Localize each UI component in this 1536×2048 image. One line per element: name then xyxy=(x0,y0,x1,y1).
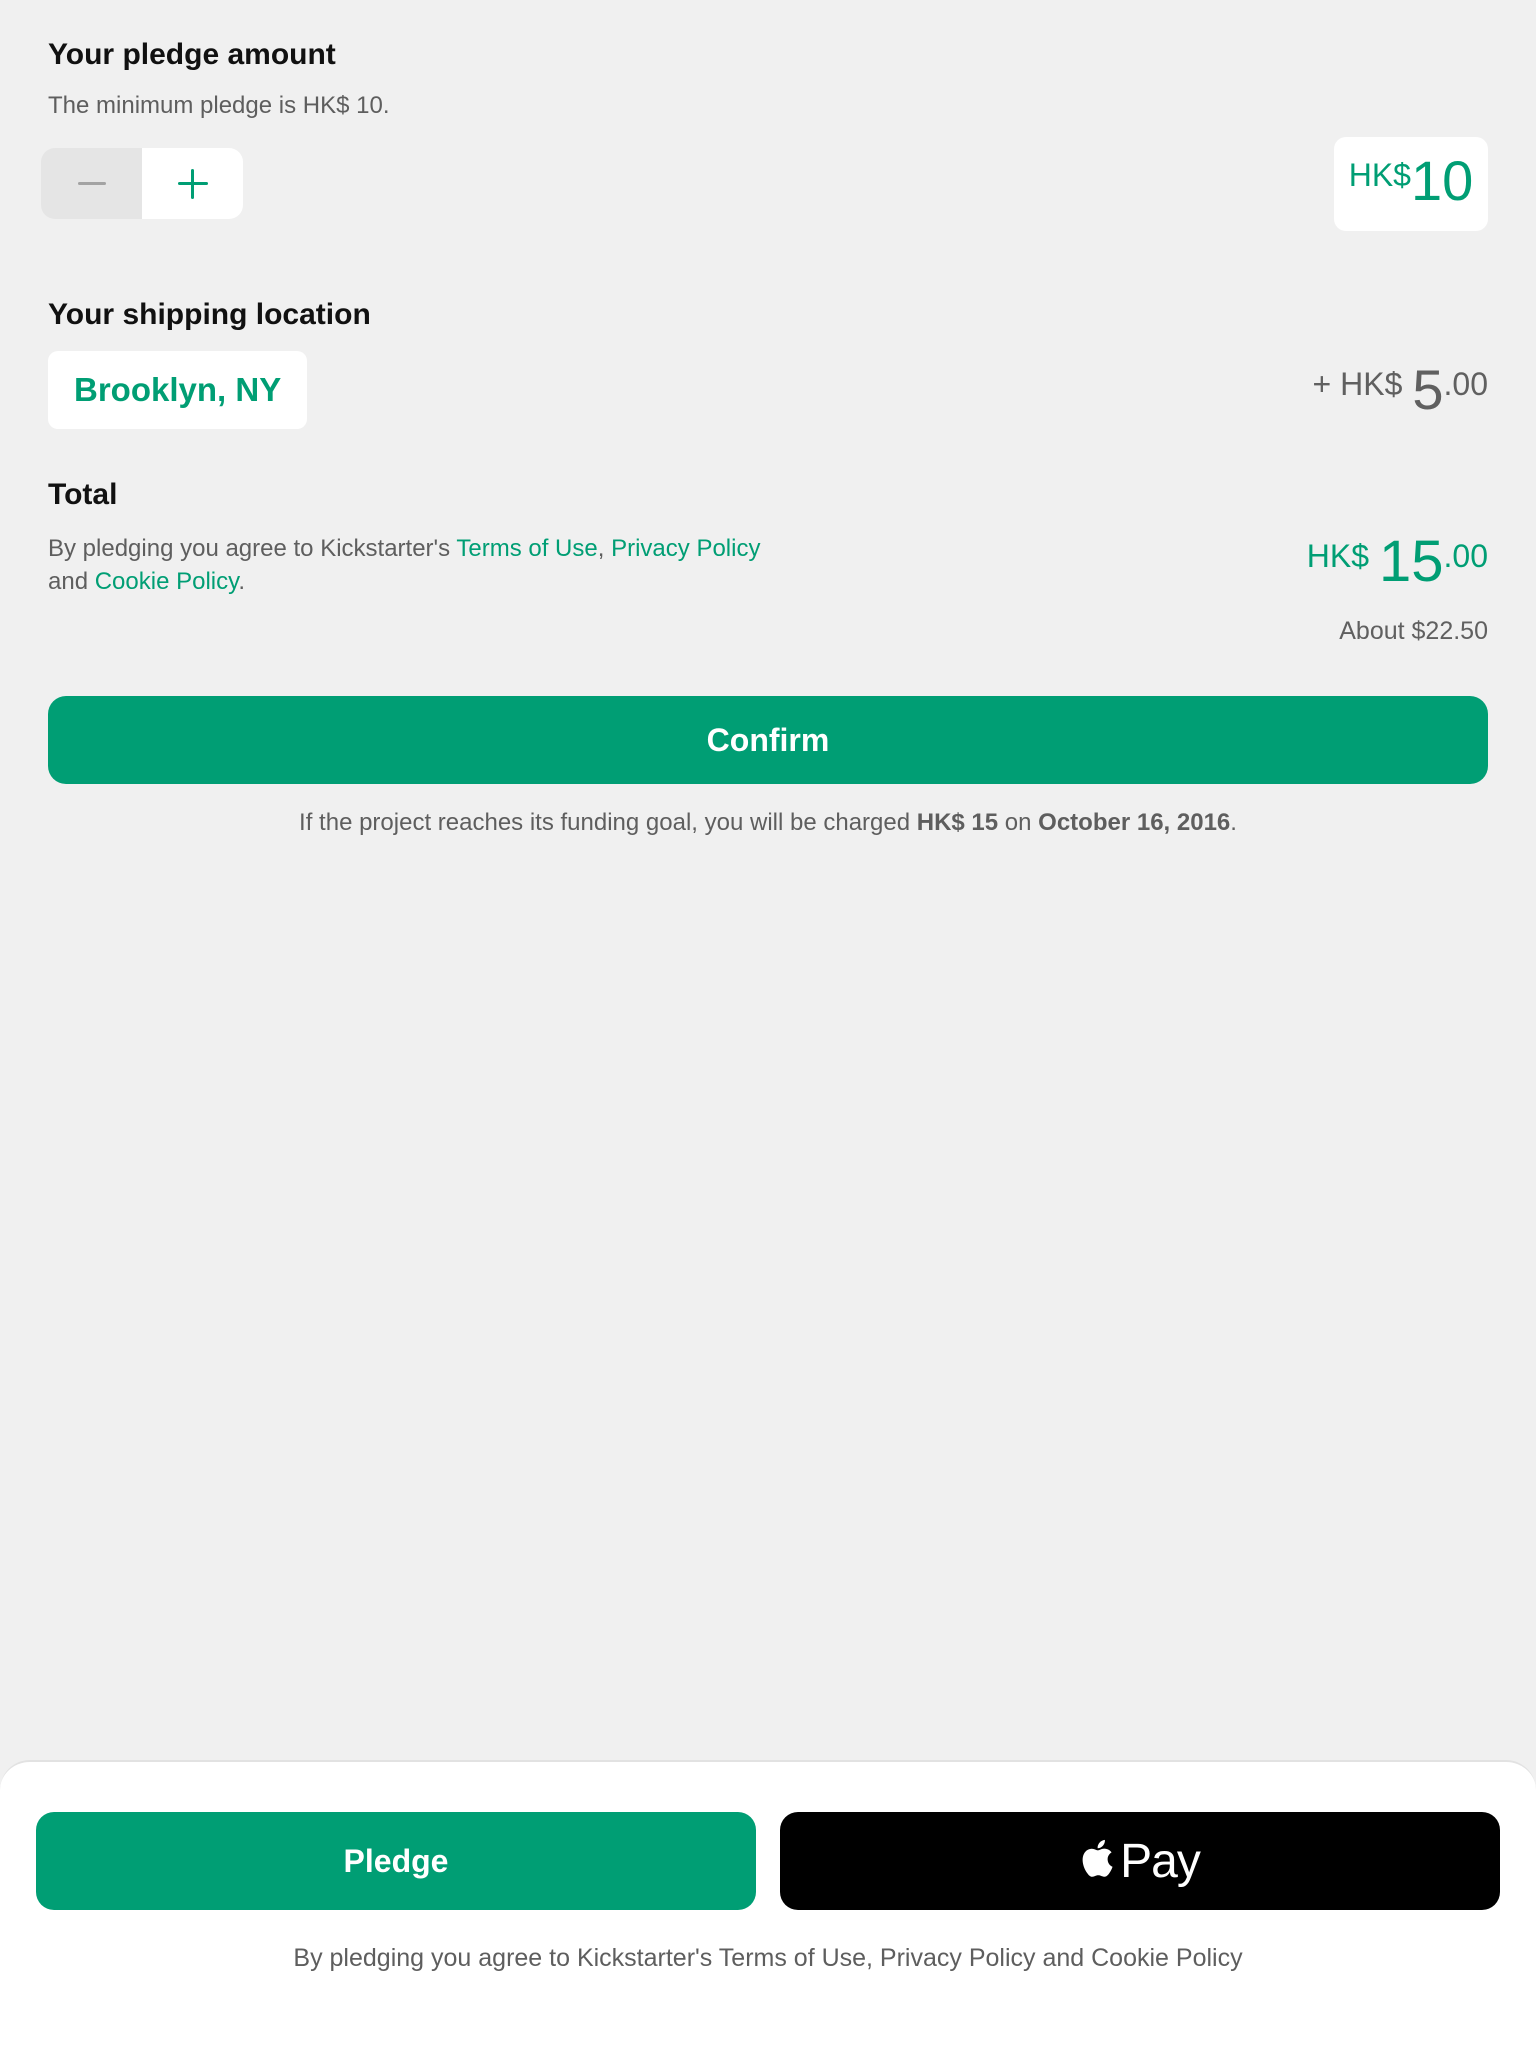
terms-of-use-link[interactable]: Terms of Use xyxy=(456,535,597,562)
shipping-location-button[interactable]: Brooklyn, NY xyxy=(48,351,308,429)
amount-value: 10 xyxy=(1410,149,1474,212)
decrease-button[interactable] xyxy=(41,148,142,219)
terms-text: By pledging you agree to Kickstarter's T… xyxy=(48,532,768,598)
terms-sep1: , xyxy=(597,535,612,562)
shipping-price: + HK$ 5 .00 xyxy=(1313,362,1488,418)
converted-total: About $22.50 xyxy=(1339,617,1488,645)
minimum-pledge-note: The minimum pledge is HK$ 10. xyxy=(48,92,390,119)
total-heading: Total xyxy=(48,478,118,511)
terms-end: . xyxy=(238,568,246,595)
amount-currency: HK$ xyxy=(1348,157,1411,193)
total-price: HK$ 15 .00 xyxy=(1307,530,1488,594)
apple-icon xyxy=(1082,1839,1113,1877)
terms-sep2: and xyxy=(48,568,95,595)
footer-terms: By pledging you agree to Kickstarter's T… xyxy=(293,1944,1243,1972)
cookie-policy-link[interactable]: Cookie Policy xyxy=(95,568,239,595)
total-price-prefix: HK$ xyxy=(1306,538,1369,574)
charge-date: October 16, 2016 xyxy=(1038,809,1231,836)
charge-amount: HK$ 15 xyxy=(916,809,999,836)
confirm-button[interactable]: Confirm xyxy=(48,696,1488,784)
pledge-stepper xyxy=(41,148,243,219)
pledge-amount-field[interactable]: HK$ 10 xyxy=(1334,137,1488,231)
shipping-price-integer: 5 xyxy=(1412,358,1444,421)
apple-pay-button[interactable]: Pay xyxy=(780,1812,1500,1910)
total-price-decimal: .00 xyxy=(1443,538,1488,574)
plus-icon xyxy=(177,168,208,199)
shipping-location-heading: Your shipping location xyxy=(48,298,371,331)
terms-prefix: By pledging you agree to Kickstarter's xyxy=(48,535,457,562)
pledge-amount-heading: Your pledge amount xyxy=(48,38,336,71)
charge-note-prefix: If the project reaches its funding goal,… xyxy=(299,809,917,836)
privacy-policy-link[interactable]: Privacy Policy xyxy=(611,535,760,562)
footer-panel: Pledge Pay By pledging you agree to Kick… xyxy=(0,1760,1536,2048)
minus-icon xyxy=(77,182,106,185)
charge-note: If the project reaches its funding goal,… xyxy=(0,809,1536,837)
pledge-button[interactable]: Pledge xyxy=(36,1812,756,1910)
charge-note-end: . xyxy=(1230,809,1237,836)
shipping-price-prefix: + HK$ xyxy=(1312,366,1403,402)
increase-button[interactable] xyxy=(142,148,243,219)
charge-note-middle: on xyxy=(998,809,1039,836)
total-price-integer: 15 xyxy=(1379,529,1444,594)
apple-pay-label: Pay xyxy=(1120,1834,1201,1888)
shipping-price-decimal: .00 xyxy=(1443,366,1488,402)
